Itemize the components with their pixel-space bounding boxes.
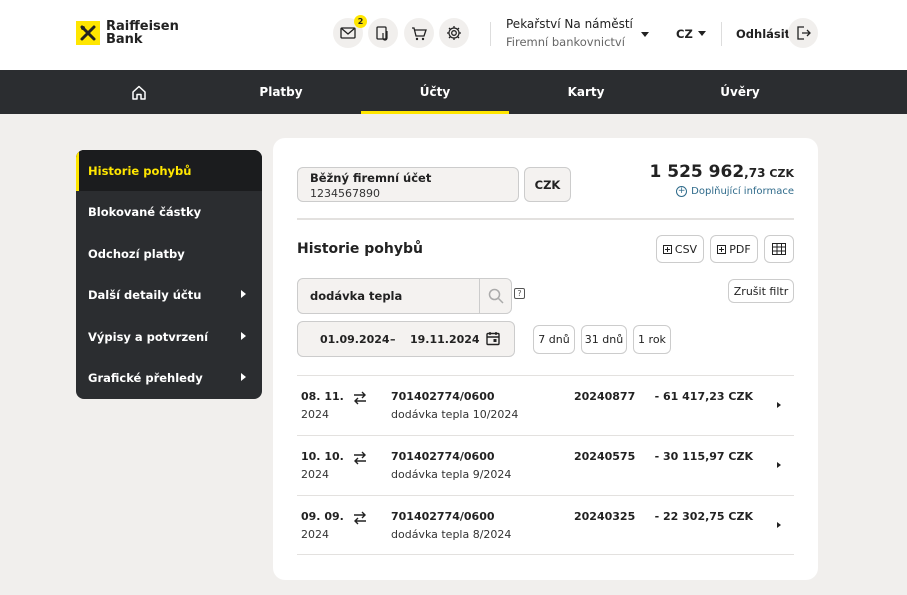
date-separator: –: [390, 333, 396, 346]
balance-currency: CZK: [769, 167, 794, 180]
search-input[interactable]: dodávka tepla: [297, 278, 512, 314]
home-icon: [132, 85, 146, 100]
documents-button[interactable]: [368, 18, 398, 48]
top-header: Raiffeisen Bank 2 Pekařství Na náměstí F…: [0, 0, 907, 70]
raiffeisen-logo[interactable]: Raiffeisen Bank: [76, 20, 179, 46]
chevron-right-icon: [777, 522, 781, 528]
header-divider-2: [721, 22, 722, 46]
gear-icon: [447, 26, 461, 40]
transfer-arrows-icon: [354, 451, 366, 465]
section-divider: [297, 218, 794, 220]
cart-button[interactable]: [404, 18, 434, 48]
document-clip-icon: [376, 26, 388, 41]
column-settings-button[interactable]: [764, 235, 794, 263]
messages-badge: 2: [354, 15, 367, 28]
account-balance: 1 525 962,73 CZK + Doplňující informace: [650, 162, 794, 197]
range-31-days-button[interactable]: 31 dnů: [581, 325, 627, 354]
range-7-days-button[interactable]: 7 dnů: [533, 325, 575, 354]
nav-uvery[interactable]: Úvěry: [670, 70, 810, 114]
export-csv-button[interactable]: CSV: [656, 235, 704, 263]
help-icon[interactable]: ?: [514, 288, 525, 299]
balance-main: 1 525 962: [649, 162, 745, 182]
nav-home[interactable]: [110, 70, 168, 114]
sidebar-item-odchozi[interactable]: Odchozí platby: [76, 233, 262, 274]
chevron-right-icon: [241, 290, 246, 298]
chevron-right-icon: [241, 373, 246, 381]
chevron-right-icon: [777, 402, 781, 408]
language-selector[interactable]: CZ: [676, 27, 693, 41]
sidebar-item-blokovane[interactable]: Blokované částky: [76, 191, 262, 232]
company-switcher[interactable]: Pekařství Na náměstí Firemní bankovnictv…: [506, 17, 633, 49]
language-chevron-down-icon[interactable]: [698, 31, 706, 36]
company-chevron-down-icon[interactable]: [641, 32, 649, 37]
date-range-picker[interactable]: 01.09.2024 – 19.11.2024: [297, 321, 515, 357]
settings-button[interactable]: [439, 18, 469, 48]
account-name: Běžný firemní účet: [310, 171, 432, 185]
chevron-right-icon: [777, 462, 781, 468]
main-nav: Platby Účty Karty Úvěry: [0, 70, 907, 114]
header-divider: [490, 22, 491, 46]
table-row[interactable]: 09. 09. 2024 701402774/0600 dodávka tepl…: [297, 495, 794, 555]
search-button[interactable]: [479, 279, 511, 313]
account-selector[interactable]: Běžný firemní účet 1234567890: [297, 167, 519, 202]
envelope-icon: [340, 27, 356, 39]
cart-icon: [412, 26, 427, 40]
more-info-link[interactable]: + Doplňující informace: [650, 186, 794, 197]
transfer-arrows-icon: [354, 391, 366, 405]
sidebar-item-historie[interactable]: Historie pohybů: [76, 150, 262, 191]
calendar-icon: [486, 332, 500, 346]
account-sidebar: Historie pohybů Blokované částky Odchozí…: [76, 150, 262, 399]
clear-filter-button[interactable]: Zrušit filtr: [728, 279, 794, 303]
logo-text: Raiffeisen Bank: [106, 19, 179, 47]
sidebar-item-graficke[interactable]: Grafické přehledy: [76, 357, 262, 398]
table-row[interactable]: 10. 10. 2024 701402774/0600 dodávka tepl…: [297, 435, 794, 495]
export-pdf-button[interactable]: PDF: [710, 235, 758, 263]
company-subtitle: Firemní bankovnictví: [506, 35, 625, 49]
nav-platby[interactable]: Platby: [210, 70, 352, 114]
nav-karty[interactable]: Karty: [516, 70, 656, 114]
table-grid-icon: [772, 243, 786, 255]
nav-ucty[interactable]: Účty: [361, 70, 509, 114]
date-from: 01.09.2024: [320, 333, 390, 346]
plus-square-icon: [717, 244, 727, 254]
main-card: Běžný firemní účet 1234567890 CZK 1 525 …: [273, 138, 818, 580]
logout-label[interactable]: Odhlásit: [736, 27, 790, 41]
sidebar-item-vypisy[interactable]: Výpisy a potvrzení: [76, 316, 262, 357]
messages-button[interactable]: 2: [333, 15, 367, 48]
account-number: 1234567890: [310, 187, 380, 200]
section-title: Historie pohybů: [297, 241, 423, 257]
transfer-arrows-icon: [354, 511, 366, 525]
logo-mark-icon: [76, 21, 100, 45]
date-to: 19.11.2024: [410, 333, 480, 346]
company-name: Pekařství Na náměstí: [506, 17, 633, 31]
chevron-right-icon: [241, 332, 246, 340]
range-1-year-button[interactable]: 1 rok: [633, 325, 671, 354]
logout-icon: [797, 26, 811, 40]
balance-decimal: ,73: [744, 166, 766, 180]
plus-square-icon: [662, 244, 672, 254]
plus-circle-icon: +: [676, 186, 688, 197]
table-row[interactable]: 08. 11. 2024 701402774/0600 dodávka tepl…: [297, 375, 794, 435]
currency-button[interactable]: CZK: [524, 167, 571, 202]
sidebar-item-dalsi-detaily[interactable]: Další detaily účtu: [76, 274, 262, 315]
logout-button[interactable]: [788, 18, 818, 48]
search-icon: [488, 288, 504, 304]
